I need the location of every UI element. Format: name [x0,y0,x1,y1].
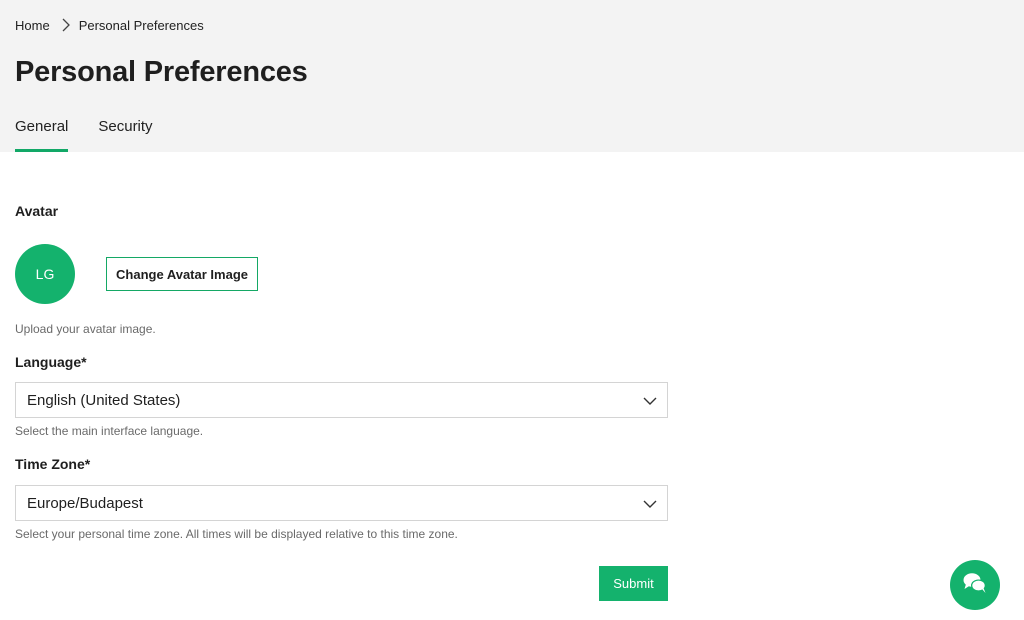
chat-bubbles-icon [962,571,988,600]
chevron-down-icon [643,497,657,511]
language-select-value: English (United States) [27,391,181,409]
avatar-label: Avatar [15,203,59,219]
chat-button[interactable] [950,560,1000,610]
page-header: Home Personal Preferences Personal Prefe… [0,0,1024,152]
chevron-right-icon [61,17,71,33]
avatar: LG [15,244,75,304]
breadcrumb-home-link[interactable]: Home [15,18,50,33]
change-avatar-button[interactable]: Change Avatar Image [106,257,258,291]
language-helper-text: Select the main interface language. [15,424,204,438]
tab-security[interactable]: Security [98,118,152,145]
timezone-helper-text: Select your personal time zone. All time… [15,527,458,541]
submit-button[interactable]: Submit [599,566,668,601]
page-title: Personal Preferences [15,56,308,88]
timezone-select[interactable]: Europe/Budapest [15,485,668,521]
tab-general[interactable]: General [15,118,69,152]
breadcrumb-current: Personal Preferences [78,17,204,33]
avatar-initials: LG [35,266,55,282]
chevron-down-icon [643,394,657,408]
language-select[interactable]: English (United States) [15,382,668,418]
language-label: Language* [15,354,87,370]
timezone-label: Time Zone* [15,456,91,472]
tab-bar: General Security [15,118,183,152]
breadcrumb: Home Personal Preferences [15,17,204,33]
avatar-helper-text: Upload your avatar image. [15,322,156,336]
timezone-select-value: Europe/Budapest [27,494,143,512]
